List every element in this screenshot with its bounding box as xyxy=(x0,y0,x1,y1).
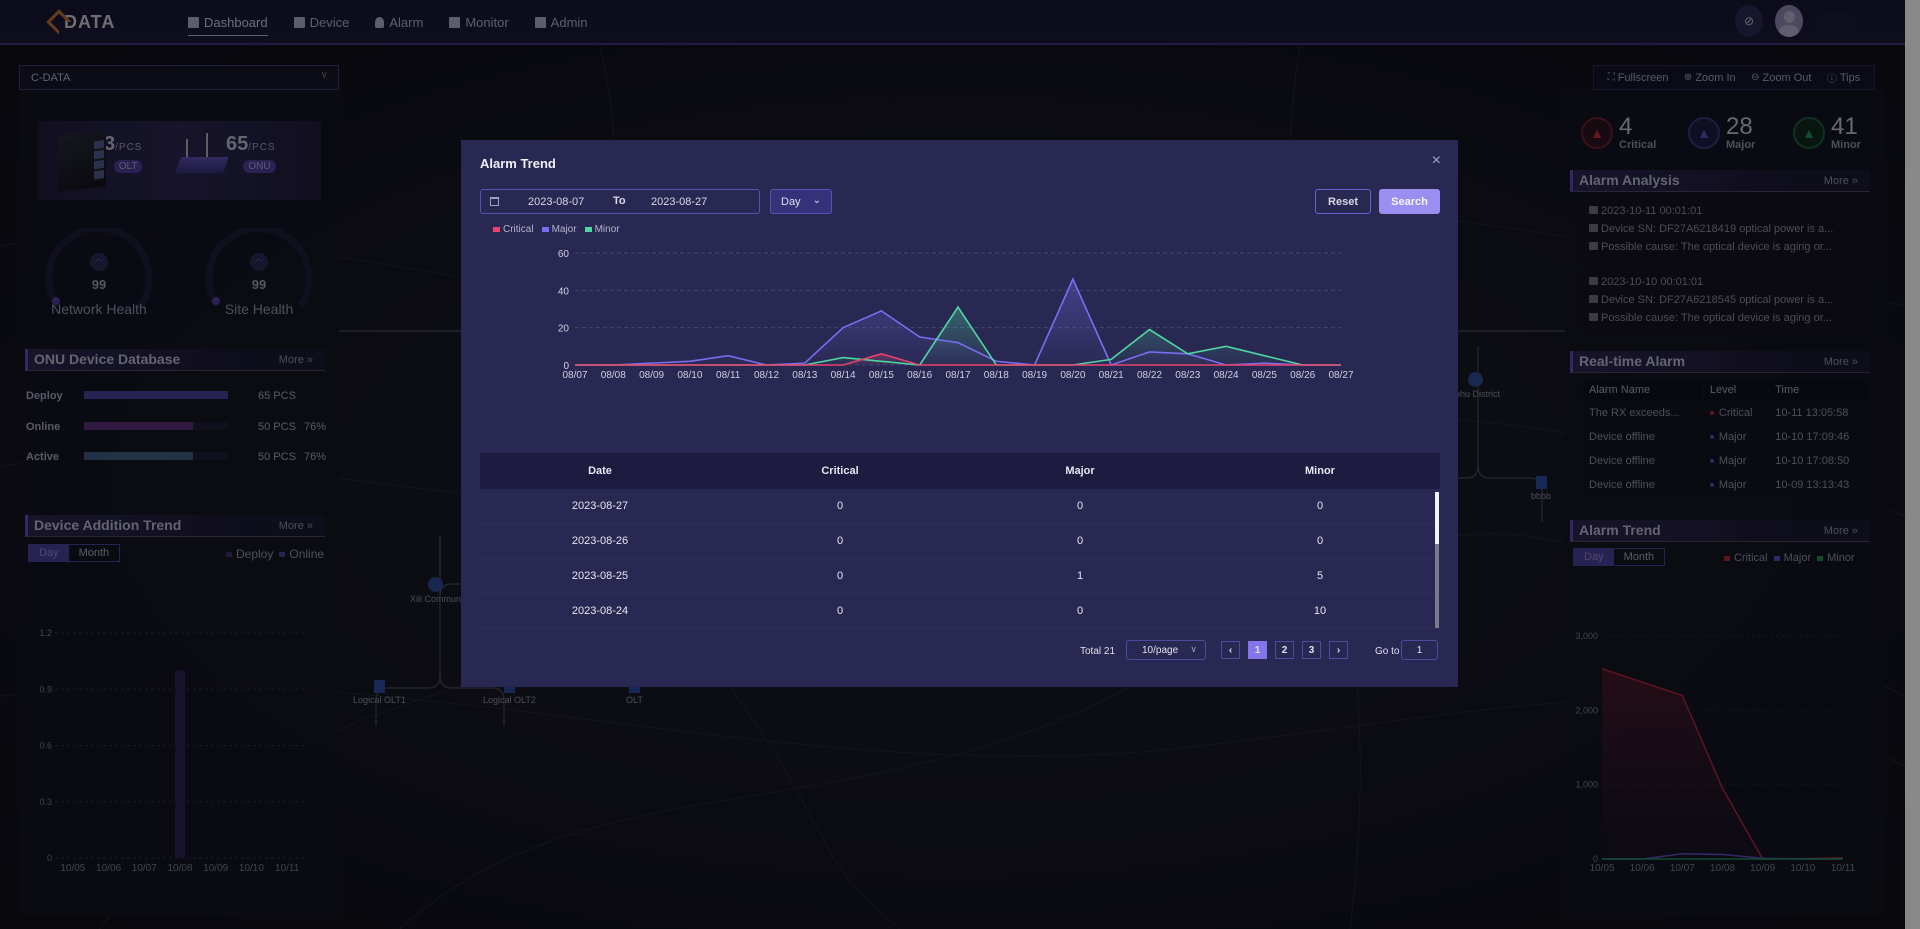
next-page-button[interactable]: › xyxy=(1329,641,1348,659)
legend-critical[interactable]: Critical xyxy=(503,224,534,235)
date-cell: 2023-08-27 xyxy=(571,500,629,512)
critical-cell: 0 xyxy=(836,535,844,547)
x-tick-label: 08/12 xyxy=(754,370,779,381)
critical-cell: 0 xyxy=(836,500,844,512)
page-3-button[interactable]: 3 xyxy=(1302,641,1321,659)
alarm-trend-table: Date Critical Major Minor 2023-08-27 0 0 0 2… xyxy=(480,453,1440,629)
date-cell: 2023-08-24 xyxy=(571,605,629,617)
x-tick-label: 08/11 xyxy=(716,370,741,381)
table-row[interactable]: 2023-08-25 0 1 5 xyxy=(480,559,1440,594)
table-row[interactable]: 2023-08-24 0 0 10 xyxy=(480,594,1440,629)
chevron-right-icon: › xyxy=(1336,644,1341,656)
y-tick-label: 20 xyxy=(558,324,570,335)
scrollbar-thumb[interactable] xyxy=(1435,492,1439,544)
column-header-date: Date xyxy=(588,465,612,477)
legend-swatch-major xyxy=(541,227,549,232)
table-row[interactable]: 2023-08-27 0 0 0 xyxy=(480,489,1440,524)
x-tick-label: 08/24 xyxy=(1214,370,1239,381)
minor-cell: 10 xyxy=(1313,605,1327,617)
goto-page-input[interactable]: 1 xyxy=(1401,640,1438,660)
legend-swatch-minor xyxy=(584,227,592,232)
table-header: Date Critical Major Minor xyxy=(480,453,1440,489)
x-tick-label: 08/14 xyxy=(831,370,856,381)
x-tick-label: 08/27 xyxy=(1328,370,1353,381)
close-icon[interactable]: × xyxy=(1432,152,1441,170)
date-cell: 2023-08-25 xyxy=(571,570,629,582)
x-tick-label: 08/25 xyxy=(1252,370,1277,381)
alarm-trend-chart: 020406008/07 08/08 08/09 08/10 08/11 08/12 08/… xyxy=(558,249,1354,381)
calendar-icon xyxy=(490,197,499,206)
x-tick-label: 08/22 xyxy=(1137,370,1162,381)
x-tick-label: 08/16 xyxy=(907,370,932,381)
page-scrollbar[interactable] xyxy=(1905,0,1920,929)
minor-cell: 0 xyxy=(1316,535,1324,547)
reset-button[interactable]: Reset xyxy=(1315,189,1371,214)
column-header-minor: Minor xyxy=(1305,465,1335,477)
date-range-picker[interactable]: 2023-08-07 To 2023-08-27 xyxy=(480,189,760,214)
legend-swatch-critical xyxy=(493,227,500,232)
x-tick-label: 08/10 xyxy=(677,370,702,381)
chevron-down-icon: ∨ xyxy=(1190,644,1197,654)
table-row[interactable]: 2023-08-26 0 0 0 xyxy=(480,524,1440,559)
y-tick-label: 40 xyxy=(558,286,570,297)
granularity-select[interactable]: Day ⌄ xyxy=(770,189,832,214)
legend-major[interactable]: Major xyxy=(552,224,577,235)
x-tick-label: 08/13 xyxy=(792,370,817,381)
major-cell: 0 xyxy=(1076,605,1084,617)
page-1-button[interactable]: 1 xyxy=(1248,641,1267,659)
minor-cell: 0 xyxy=(1316,500,1324,512)
date-cell: 2023-08-26 xyxy=(571,535,629,547)
chevron-down-icon: ⌄ xyxy=(812,195,821,206)
total-count: Total 21 xyxy=(1080,646,1116,657)
modal-title: Alarm Trend xyxy=(480,156,556,171)
x-tick-label: 08/07 xyxy=(562,370,587,381)
legend-minor[interactable]: Minor xyxy=(595,224,620,235)
minor-cell: 5 xyxy=(1316,570,1324,582)
table-scrollbar[interactable] xyxy=(1435,492,1439,628)
critical-cell: 0 xyxy=(836,570,844,582)
x-tick-label: 08/23 xyxy=(1175,370,1200,381)
prev-page-button[interactable]: ‹ xyxy=(1221,641,1240,659)
major-cell: 0 xyxy=(1076,535,1084,547)
pagination: Total 21 10/page ∨ ‹ 1 2 3 › Go to 1 xyxy=(461,640,1440,662)
x-tick-label: 08/09 xyxy=(639,370,664,381)
x-tick-label: 08/20 xyxy=(1060,370,1085,381)
search-button[interactable]: Search xyxy=(1379,189,1440,214)
critical-cell: 0 xyxy=(836,605,844,617)
series-area-minor xyxy=(575,307,1341,365)
column-header-critical: Critical xyxy=(821,465,859,477)
x-tick-label: 08/19 xyxy=(1022,370,1047,381)
x-tick-label: 08/18 xyxy=(984,370,1009,381)
chart-legend: Critical Major Minor xyxy=(493,224,628,235)
page-size-select[interactable]: 10/page ∨ xyxy=(1126,640,1206,660)
page-2-button[interactable]: 2 xyxy=(1275,641,1294,659)
chevron-left-icon: ‹ xyxy=(1228,644,1233,656)
start-date-input[interactable]: 2023-08-07 xyxy=(528,196,584,208)
x-tick-label: 08/15 xyxy=(869,370,894,381)
column-header-major: Major xyxy=(1065,465,1095,477)
x-tick-label: 08/21 xyxy=(1099,370,1124,381)
x-tick-label: 08/17 xyxy=(945,370,970,381)
y-tick-label: 60 xyxy=(558,249,570,260)
major-cell: 1 xyxy=(1076,570,1084,582)
x-tick-label: 08/08 xyxy=(601,370,626,381)
major-cell: 0 xyxy=(1076,500,1084,512)
alarm-trend-modal: Alarm Trend × 2023-08-07 To 2023-08-27 D… xyxy=(461,140,1458,687)
x-tick-label: 08/26 xyxy=(1290,370,1315,381)
end-date-input[interactable]: 2023-08-27 xyxy=(651,196,707,208)
